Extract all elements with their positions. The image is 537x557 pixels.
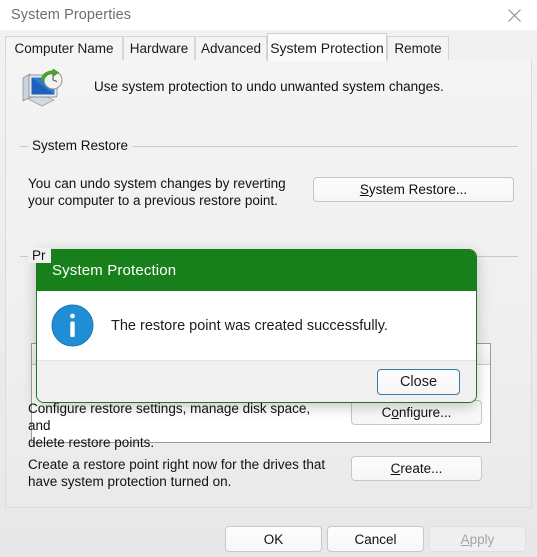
- tab-hardware[interactable]: Hardware: [123, 36, 195, 60]
- label-rest: pply: [469, 531, 495, 547]
- panel-header-text: Use system protection to undo unwanted s…: [94, 79, 444, 94]
- ok-button[interactable]: OK: [225, 526, 322, 552]
- tab-label: System Protection: [270, 39, 384, 56]
- description-line-1: Create a restore point right now for the…: [28, 457, 326, 472]
- label-rest: reate...: [400, 461, 443, 476]
- label-rest: nfigure...: [398, 405, 452, 420]
- window-title: System Properties: [11, 7, 132, 23]
- tab-label: Remote: [394, 41, 442, 56]
- label-pre: C: [381, 405, 392, 420]
- accel-char: o: [391, 405, 399, 420]
- modal-titlebar: System Protection: [37, 250, 476, 291]
- tab-label: Computer Name: [14, 41, 114, 56]
- modal-footer: Close: [37, 360, 476, 402]
- system-restore-button[interactable]: System Restore...: [313, 177, 514, 202]
- description-line-1: Configure restore settings, manage disk …: [28, 401, 311, 433]
- panel-header: Use system protection to undo unwanted s…: [20, 69, 520, 109]
- tab-strip: Computer Name Hardware Advanced System P…: [5, 33, 532, 61]
- system-restore-description: You can undo system changes by reverting…: [28, 175, 308, 209]
- close-icon-glyph: [507, 8, 521, 22]
- cancel-button-label: Cancel: [354, 531, 397, 547]
- tab-label: Hardware: [129, 41, 189, 56]
- modal-title: System Protection: [52, 262, 177, 279]
- close-icon[interactable]: [491, 0, 537, 30]
- apply-button[interactable]: Apply: [429, 526, 526, 552]
- system-properties-window: System Properties Computer Name Hardware…: [0, 0, 537, 557]
- tab-system-protection[interactable]: System Protection: [267, 33, 387, 61]
- cancel-button[interactable]: Cancel: [327, 526, 424, 552]
- system-restore-button-label: System Restore...: [360, 182, 467, 197]
- description-line-1: You can undo system changes by reverting: [28, 176, 286, 191]
- ok-button-label: OK: [263, 531, 284, 547]
- label-rest: ystem Restore...: [368, 182, 468, 197]
- modal-close-button-label: Close: [399, 373, 438, 390]
- system-protection-modal: System Protection The restore point was …: [36, 249, 477, 403]
- tab-advanced[interactable]: Advanced: [195, 36, 267, 60]
- configure-button[interactable]: Configure...: [351, 400, 482, 425]
- apply-button-label: Apply: [461, 532, 495, 547]
- tab-computer-name[interactable]: Computer Name: [5, 36, 123, 60]
- system-restore-group-label: System Restore: [28, 138, 134, 153]
- modal-message: The restore point was created successful…: [111, 317, 388, 334]
- modal-close-button[interactable]: Close: [377, 368, 460, 395]
- create-button[interactable]: Create...: [351, 456, 482, 481]
- tab-remote[interactable]: Remote: [387, 36, 449, 60]
- accel-char: C: [390, 461, 401, 476]
- configure-button-label: Configure...: [382, 405, 452, 420]
- configure-description: Configure restore settings, manage disk …: [28, 400, 318, 451]
- window-titlebar: System Properties: [0, 0, 537, 30]
- description-line-2: have system protection turned on.: [28, 474, 232, 489]
- tab-label: Advanced: [200, 41, 262, 56]
- accel-char: S: [359, 182, 369, 197]
- modal-body: The restore point was created successful…: [37, 291, 476, 360]
- create-button-label: Create...: [391, 461, 443, 476]
- description-line-2: your computer to a previous restore poin…: [28, 193, 278, 208]
- description-line-2: delete restore points.: [28, 435, 155, 450]
- info-icon: [51, 304, 94, 347]
- create-description: Create a restore point right now for the…: [28, 456, 328, 490]
- protection-settings-group-label: Pr: [28, 248, 51, 263]
- system-restore-icon: [22, 69, 63, 107]
- accel-char: A: [460, 531, 470, 547]
